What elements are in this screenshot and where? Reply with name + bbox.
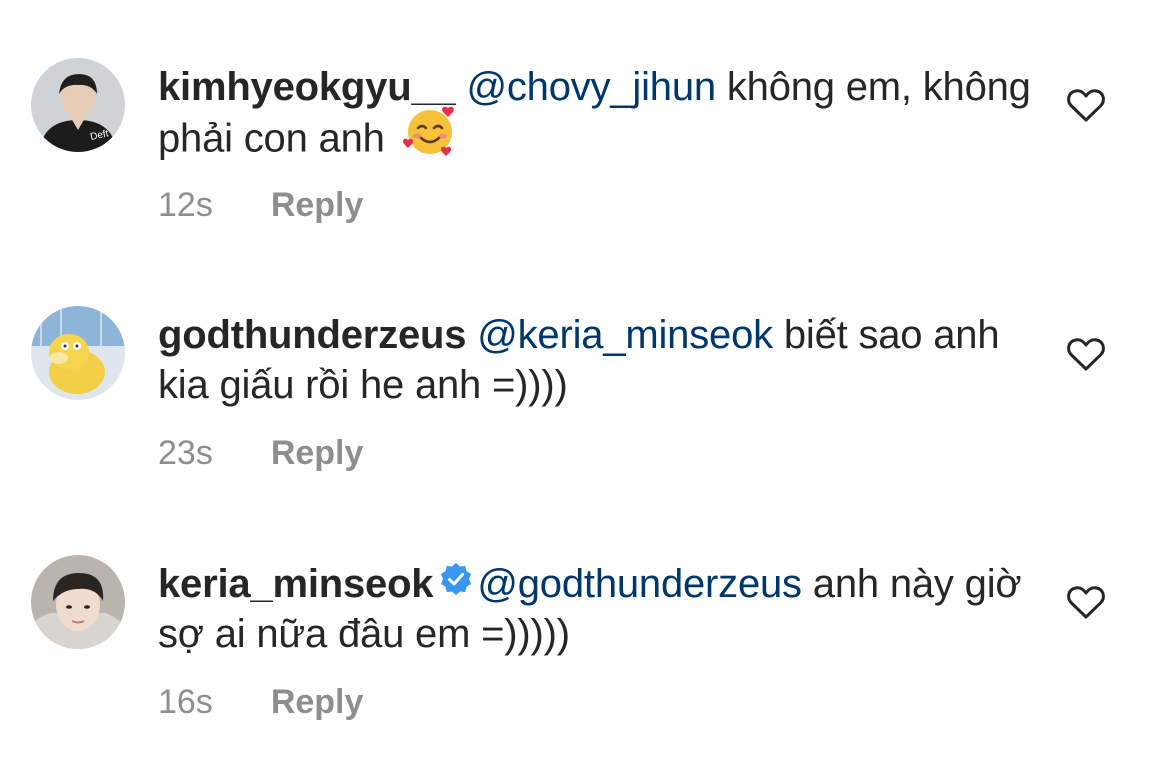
comment-timestamp: 12s: [158, 186, 213, 224]
avatar-image: [31, 306, 125, 400]
comment-meta: 16s Reply: [158, 683, 363, 722]
comment-timestamp: 23s: [158, 434, 213, 472]
verified-badge-icon: [439, 558, 473, 608]
heart-outline-icon: [1067, 338, 1105, 371]
avatar[interactable]: Deft: [31, 58, 125, 152]
like-button[interactable]: [1066, 336, 1106, 372]
smiling-face-with-hearts-icon: [402, 104, 458, 170]
reply-button[interactable]: Reply: [271, 186, 364, 224]
comment-body: keria_minseok @godthunderzeus anh này gi…: [158, 559, 1038, 659]
avatar[interactable]: [31, 555, 125, 649]
comment-username[interactable]: keria_minseok: [158, 562, 434, 606]
comment-mention[interactable]: @keria_minseok: [477, 313, 773, 357]
comment-meta: 12s Reply: [158, 186, 363, 225]
comment-username[interactable]: kimhyeokgyu__: [158, 65, 456, 109]
heart-outline-icon: [1067, 586, 1105, 619]
reply-button[interactable]: Reply: [271, 434, 364, 472]
comment-body: kimhyeokgyu__ @chovy_jihun không em, khô…: [158, 62, 1038, 170]
comment-meta: 23s Reply: [158, 434, 363, 473]
comment-username[interactable]: godthunderzeus: [158, 313, 466, 357]
comment-mention[interactable]: @godthunderzeus: [477, 562, 802, 606]
comment-mention[interactable]: @chovy_jihun: [466, 65, 716, 109]
comment-body: godthunderzeus @keria_minseok biết sao a…: [158, 310, 1038, 410]
avatar-image: [31, 555, 125, 649]
heart-outline-icon: [1067, 89, 1105, 122]
like-button[interactable]: [1066, 87, 1106, 123]
comment-timestamp: 16s: [158, 683, 213, 721]
reply-button[interactable]: Reply: [271, 683, 364, 721]
avatar-image: Deft: [31, 58, 125, 152]
like-button[interactable]: [1066, 584, 1106, 620]
avatar[interactable]: [31, 306, 125, 400]
